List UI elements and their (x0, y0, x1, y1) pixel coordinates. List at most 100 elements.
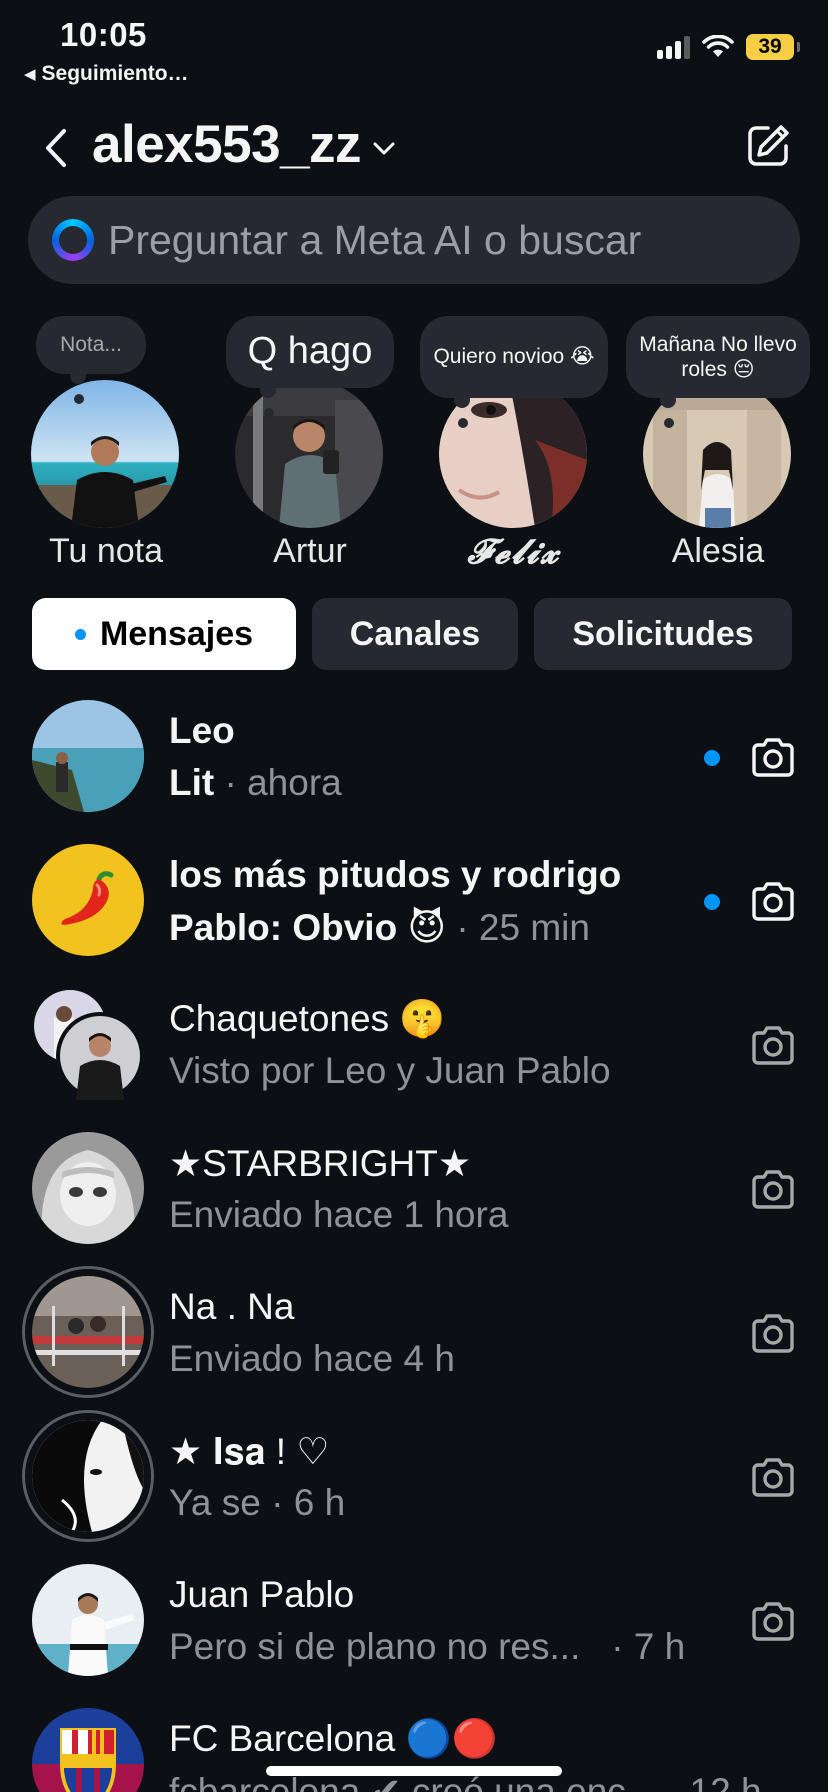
note-bubble[interactable]: Q hago (226, 316, 394, 418)
note-bubble[interactable]: Mañana No llevo roles 😔 (626, 316, 810, 428)
chat-title: FC Barcelona 🔵🔴 (169, 1718, 498, 1759)
camera-icon (752, 1602, 794, 1641)
back-triangle-icon: ◀ (24, 66, 36, 83)
search-bar[interactable] (28, 196, 800, 284)
unread-dot (704, 750, 720, 766)
camera-icon (752, 1170, 794, 1209)
chat-time: · 25 min (456, 907, 590, 948)
new-message-button[interactable] (740, 118, 796, 174)
chat-row-starbright[interactable]: ★STARBRIGHT★ Enviado hace 1 hora (0, 1132, 828, 1276)
chat-row-leo[interactable]: Leo Lit · ahora (0, 700, 828, 844)
group-avatar[interactable] (32, 988, 144, 1100)
chat-list: Leo Lit · ahora los más pitudos y rodrig… (0, 700, 828, 1792)
search-input[interactable] (108, 216, 768, 264)
back-button[interactable] (38, 124, 74, 172)
inbox-tabs: Mensajes Canales Solicitudes (32, 598, 792, 670)
chat-message: Pero si de plano no res... (169, 1626, 581, 1667)
tab-mensajes[interactable]: Mensajes (32, 598, 296, 670)
note-avatar-own[interactable] (31, 380, 179, 528)
chat-title: Juan Pablo (169, 1574, 355, 1615)
chat-title: los más pitudos y rodrigo (169, 854, 622, 895)
unread-dot (704, 894, 720, 910)
chat-row-group-pitudos[interactable]: los más pitudos y rodrigo Pablo: Obvio 😈… (0, 844, 828, 988)
note-bubble-text: Mañana No llevo roles 😔 (639, 332, 797, 381)
chat-time: · 12 h (666, 1771, 762, 1792)
camera-icon (752, 1458, 794, 1497)
account-switcher[interactable]: alex553_zz (92, 114, 397, 175)
camera-icon (752, 882, 794, 921)
chat-time: · ahora (224, 762, 342, 803)
meta-ai-icon (52, 219, 94, 261)
chat-message: Enviado hace 4 h (169, 1338, 455, 1379)
back-to-app-link[interactable]: ◀ Seguimiento… (24, 62, 189, 86)
camera-button[interactable] (748, 734, 798, 780)
chat-title: ★STARBRIGHT★ (169, 1143, 472, 1184)
chat-title: ★ 𝐈𝐬𝐚 ! ♡ (169, 1431, 330, 1472)
note-alesia[interactable]: Mañana No llevo roles 😔 Alesia (626, 316, 810, 576)
note-bubble-text: Quiero novioo 😭 (433, 345, 595, 369)
chat-preview: Visto por Leo y Juan Pablo (169, 1050, 611, 1092)
cellular-signal-icon (657, 35, 690, 59)
avatar[interactable] (32, 844, 144, 956)
chat-row-na-na[interactable]: Na . Na Enviado hace 4 h (0, 1266, 828, 1420)
note-bubble[interactable]: Nota... (36, 316, 146, 404)
chat-time: · 6 h (271, 1482, 346, 1523)
tab-label: Mensajes (99, 614, 254, 653)
chat-row-isa[interactable]: ★ 𝐈𝐬𝐚 ! ♡ Ya se · 6 h (0, 1410, 828, 1564)
status-bar: 10:05 ◀ Seguimiento… 39 (0, 0, 828, 96)
chat-row-chaquetones[interactable]: Chaquetones 🤫 Visto por Leo y Juan Pablo (0, 988, 828, 1132)
chat-preview: Enviado hace 4 h (169, 1338, 455, 1380)
avatar-with-story-ring[interactable] (22, 1410, 154, 1542)
note-avatar-artur[interactable] (235, 380, 383, 528)
camera-button[interactable] (748, 1166, 798, 1212)
wifi-icon (702, 35, 734, 57)
chat-row-fc-barcelona[interactable]: FC Barcelona 🔵🔴 fcbarcelona ✔ creó una e… (0, 1708, 828, 1792)
back-app-label: Seguimiento… (41, 62, 189, 85)
chat-message: Visto por Leo y Juan Pablo (169, 1050, 611, 1091)
chat-preview: Lit · ahora (169, 762, 342, 804)
camera-button[interactable] (748, 1454, 798, 1500)
tab-canales[interactable]: Canales (312, 598, 518, 670)
compose-icon (748, 125, 789, 166)
avatar[interactable] (32, 1708, 144, 1792)
account-username: alex553_zz (92, 115, 362, 174)
chat-time: · 7 h (590, 1626, 686, 1667)
camera-button[interactable] (748, 1598, 798, 1644)
avatar[interactable] (32, 1132, 144, 1244)
note-name: Alesia (671, 532, 765, 570)
camera-icon (752, 1314, 794, 1353)
notes-row: Nota... Tu nota Q hago Artur Quiero novi… (0, 316, 828, 576)
tab-label: Solicitudes (572, 614, 754, 653)
note-artur[interactable]: Q hago Artur (220, 316, 400, 576)
chat-preview: Pablo: Obvio 😈 · 25 min (169, 906, 590, 949)
battery-indicator: 39 (746, 34, 800, 60)
home-indicator[interactable] (266, 1766, 562, 1776)
note-name: Artur (273, 532, 347, 570)
note-bubble-text: Nota... (60, 333, 122, 357)
note-name: 𝓕𝓮𝓵𝓲𝔁 (467, 532, 561, 572)
chat-row-juan-pablo[interactable]: Juan Pablo Pero si de plano no res... · … (0, 1564, 828, 1708)
chat-title: Leo (169, 710, 235, 751)
tab-label: Canales (349, 614, 481, 653)
chevron-left-icon (46, 129, 66, 167)
camera-button[interactable] (748, 1022, 798, 1068)
chat-title: Na . Na (169, 1286, 295, 1327)
chat-message: Lit (169, 762, 215, 803)
camera-button[interactable] (748, 878, 798, 924)
status-time: 10:05 (60, 16, 147, 53)
camera-button[interactable] (748, 1310, 798, 1356)
tab-solicitudes[interactable]: Solicitudes (534, 598, 792, 670)
chevron-down-icon (371, 136, 397, 162)
note-felix[interactable]: Quiero novioo 😭 𝓕𝓮𝓵𝓲𝔁 (420, 316, 608, 576)
avatar-with-story-ring[interactable] (22, 1266, 154, 1398)
chat-preview: Ya se · 6 h (169, 1482, 345, 1524)
chat-title: Chaquetones 🤫 (169, 998, 446, 1039)
avatar[interactable] (32, 1564, 144, 1676)
note-bubble-text: Q hago (247, 330, 373, 373)
note-own[interactable]: Nota... Tu nota (16, 316, 196, 576)
chili-pepper-icon (61, 871, 114, 925)
note-bubble[interactable]: Quiero novioo 😭 (420, 316, 608, 428)
status-indicators: 39 (657, 34, 800, 60)
avatar[interactable] (32, 700, 144, 812)
chat-message: Enviado hace 1 hora (169, 1194, 509, 1235)
